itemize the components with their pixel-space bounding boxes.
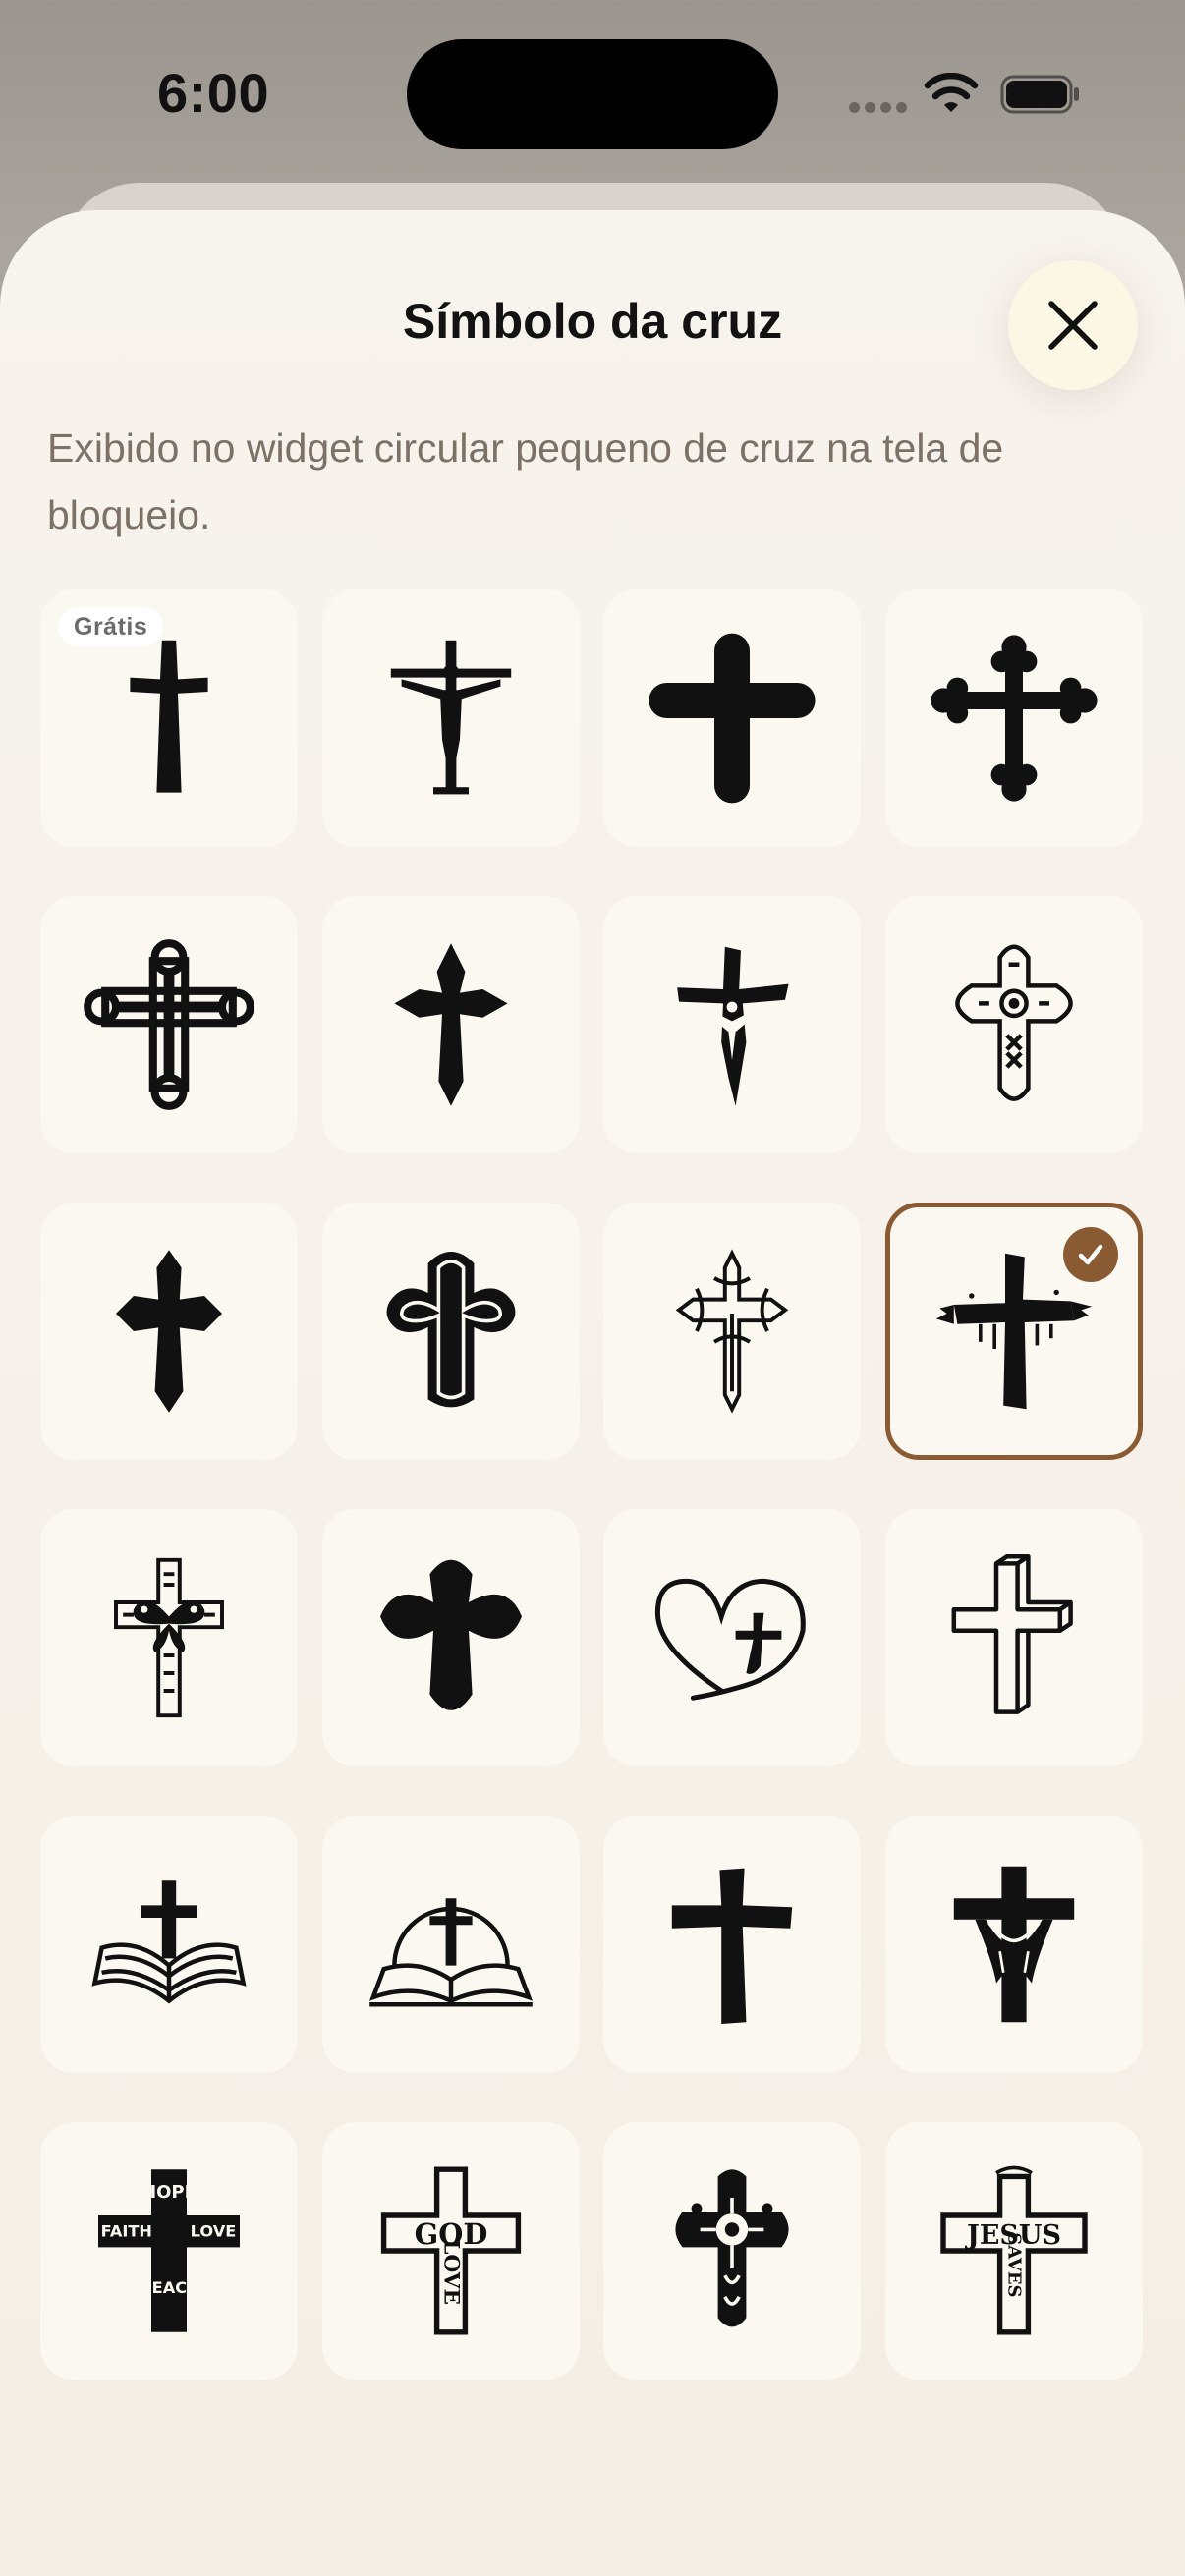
symbol-tile[interactable] xyxy=(603,896,861,1153)
symbol-tile[interactable]: Grátis xyxy=(40,589,298,847)
symbol-tile[interactable] xyxy=(40,1203,298,1460)
symbol-tile[interactable] xyxy=(603,2122,861,2380)
cross-symbol-grid: Grátis HOPE FAITH LOVE PEACE GOD LOVE JE… xyxy=(0,0,1185,2576)
faith-typography-cross-icon: HOPE FAITH LOVE PEACE xyxy=(98,2169,240,2332)
symbol-tile[interactable] xyxy=(885,1509,1143,1766)
symbol-tile[interactable] xyxy=(322,1816,580,2073)
symbol-tile[interactable]: HOPE FAITH LOVE PEACE xyxy=(40,2122,298,2380)
symbol-tile-selected[interactable] xyxy=(885,1203,1143,1460)
rounded-cross-icon xyxy=(386,1252,516,1408)
fleury-cross-icon xyxy=(394,943,508,1106)
cross-word-vertical: LOVE xyxy=(439,2239,464,2305)
god-love-cross-icon: GOD LOVE xyxy=(380,2166,522,2335)
symbol-tile[interactable] xyxy=(40,1509,298,1766)
symbol-tile[interactable] xyxy=(322,896,580,1153)
bible-cross-icon xyxy=(91,1880,247,2004)
symbol-tile[interactable] xyxy=(603,589,861,847)
ornate-outline-cross-icon xyxy=(955,944,1073,1101)
bible-arch-cross-icon xyxy=(368,1898,534,2007)
cross-word-left: FAITH xyxy=(101,2222,152,2241)
symbol-tile[interactable] xyxy=(603,1203,861,1460)
symbol-tile[interactable] xyxy=(885,1816,1143,2073)
cross-word-top: HOPE xyxy=(141,2182,197,2203)
draped-cross-icon xyxy=(953,1866,1075,2023)
symbol-tile[interactable] xyxy=(885,896,1143,1153)
jesus-saves-cross-icon: JESUS SAVES xyxy=(940,2165,1088,2335)
budded-cross-icon xyxy=(649,633,816,804)
cross-word-vertical: SAVES xyxy=(1004,2232,1025,2297)
butterfly-cross-icon xyxy=(114,1557,224,1718)
symbol-tile[interactable] xyxy=(322,1509,580,1766)
trefoil-cross-icon xyxy=(931,635,1098,802)
outlined-budded-cross-icon xyxy=(84,939,254,1110)
cross-word-right: LOVE xyxy=(191,2222,237,2241)
rough-cross-icon xyxy=(671,1868,793,2024)
free-badge: Grátis xyxy=(58,607,164,646)
symbol-tile[interactable]: GOD LOVE xyxy=(322,2122,580,2380)
symbol-tile[interactable] xyxy=(40,896,298,1153)
symbol-tile[interactable] xyxy=(603,1816,861,2073)
latin-cross-icon xyxy=(130,640,208,793)
crucifix-icon xyxy=(390,640,512,795)
symbol-tile[interactable] xyxy=(40,1816,298,2073)
selected-checkmark-badge xyxy=(1063,1227,1118,1282)
floral-cross-icon xyxy=(675,2169,789,2327)
symbol-tile[interactable]: JESUS SAVES xyxy=(885,2122,1143,2380)
symbol-tile[interactable] xyxy=(603,1509,861,1766)
filigree-cross-icon xyxy=(675,1249,789,1414)
symbol-tile[interactable] xyxy=(885,589,1143,847)
symbol-tile[interactable] xyxy=(322,1203,580,1460)
rugged-crucifix-icon xyxy=(677,946,789,1106)
pointed-cross-icon xyxy=(116,1250,222,1413)
round-lobed-cross-icon xyxy=(380,1559,522,1710)
symbol-tile[interactable] xyxy=(322,589,580,847)
cross-word-bottom: PEACE xyxy=(141,2278,198,2297)
heart-cross-icon xyxy=(654,1578,806,1701)
checkmark-icon xyxy=(1078,1244,1103,1265)
3d-wooden-cross-icon xyxy=(951,1553,1073,1714)
